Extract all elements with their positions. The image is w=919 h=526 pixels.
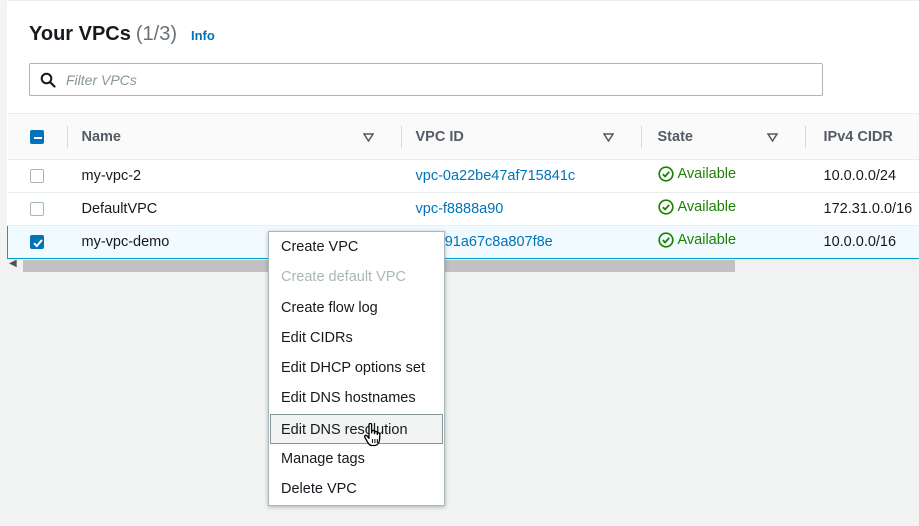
menu-item-create-vpc[interactable]: Create VPC	[269, 232, 444, 262]
filter-box[interactable]	[29, 63, 823, 96]
column-header-state[interactable]: State	[641, 113, 806, 160]
scroll-left-arrow-icon[interactable]: ◀	[9, 258, 17, 269]
menu-item-manage-tags[interactable]: Manage tags	[269, 444, 444, 474]
menu-item-edit-cidrs[interactable]: Edit CIDRs	[269, 323, 444, 353]
vpc-id-link[interactable]: vpc-f8888a90	[416, 201, 504, 217]
search-icon	[30, 72, 66, 88]
check-circle-icon	[657, 166, 674, 182]
state-badge: Available	[657, 199, 736, 215]
info-link[interactable]: Info	[191, 28, 215, 43]
ipv4-cidr: 172.31.0.0/16	[805, 192, 919, 226]
menu-item-edit-dhcp-options-set[interactable]: Edit DHCP options set	[269, 353, 444, 383]
context-menu: Create VPC Create default VPC Create flo…	[268, 231, 445, 506]
menu-item-create-default-vpc: Create default VPC	[281, 269, 406, 286]
sort-caret-icon[interactable]	[602, 130, 614, 146]
table-row-selected[interactable]: my-vpc-demo 04291a67c8a807f8e Available …	[7, 225, 919, 259]
table-row[interactable]: my-vpc-2 vpc-0a22be47af715841c Available…	[7, 159, 919, 193]
column-header-name[interactable]: Name	[67, 113, 402, 160]
select-all-cell[interactable]	[7, 113, 68, 160]
vpcs-panel: Your VPCs (1/3) Info Name	[7, 0, 919, 273]
state-badge: Available	[657, 232, 736, 248]
vpc-name: my-vpc-2	[67, 159, 402, 193]
hand-pointer-icon	[363, 422, 385, 453]
row-checkbox[interactable]	[29, 202, 44, 217]
check-circle-icon	[657, 232, 674, 248]
vpc-table: Name VPC ID State IPv4 CIDR my-vpc-2 vpc…	[7, 113, 919, 259]
sort-caret-icon[interactable]	[362, 130, 374, 146]
column-header-vpc-id[interactable]: VPC ID	[401, 113, 642, 160]
column-header-ipv4-cidr[interactable]: IPv4 CIDR	[805, 113, 919, 160]
select-all-checkbox[interactable]	[29, 129, 44, 144]
ipv4-cidr: 10.0.0.0/24	[805, 159, 919, 193]
vpc-name: DefaultVPC	[67, 192, 402, 226]
table-row[interactable]: DefaultVPC vpc-f8888a90 Available 172.31…	[7, 192, 919, 226]
page-title: Your VPCs	[29, 23, 131, 45]
check-circle-icon	[657, 199, 674, 215]
menu-item-delete-vpc[interactable]: Delete VPC	[269, 474, 444, 504]
row-checkbox[interactable]	[29, 169, 44, 184]
filter-input[interactable]	[66, 71, 806, 88]
menu-item-edit-dns-resolution[interactable]: Edit DNS resolution	[270, 413, 443, 445]
sort-caret-icon[interactable]	[766, 130, 778, 146]
selection-count: (1/3)	[135, 23, 177, 45]
vpc-id-link[interactable]: vpc-0a22be47af715841c	[416, 168, 576, 184]
menu-item-edit-dns-hostnames[interactable]: Edit DNS hostnames	[269, 383, 444, 413]
row-checkbox-checked[interactable]	[30, 235, 44, 250]
table-header-row: Name VPC ID State IPv4 CIDR	[7, 113, 919, 160]
panel-header: Your VPCs (1/3) Info	[29, 23, 215, 46]
state-badge: Available	[657, 166, 736, 182]
horizontal-scrollbar[interactable]: ◀	[7, 258, 919, 273]
menu-item-create-flow-log[interactable]: Create flow log	[269, 293, 444, 323]
ipv4-cidr: 10.0.0.0/16	[805, 225, 919, 259]
